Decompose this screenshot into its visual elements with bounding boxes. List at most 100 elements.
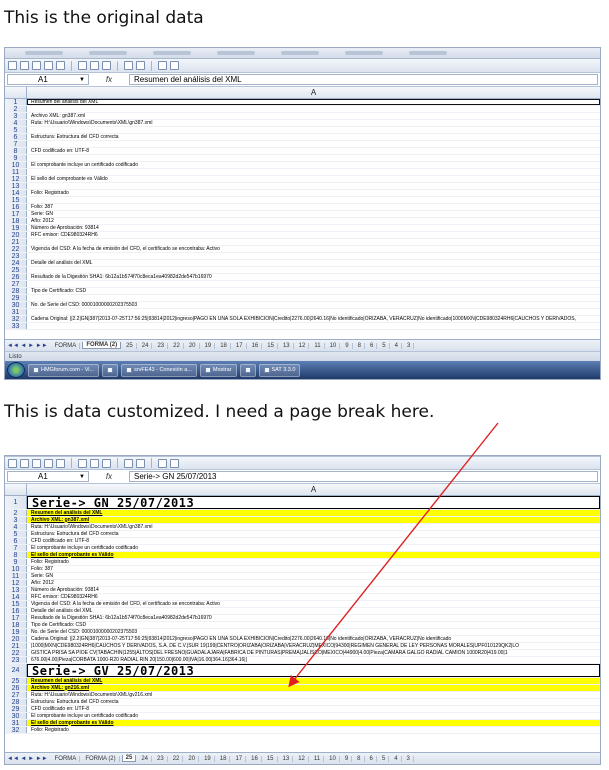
row-number[interactable]: 3 (5, 517, 27, 524)
cell[interactable]: El comprobante incluye un certificado co… (27, 713, 600, 719)
filter-icon[interactable] (170, 61, 179, 70)
cell[interactable]: Resumen del análisis del XML (27, 510, 600, 516)
tab-sheet[interactable]: 16 (249, 342, 263, 349)
tab-sheet[interactable]: 11 (311, 755, 325, 762)
row-number[interactable]: 12 (5, 580, 27, 587)
serie-header-cell[interactable]: Serie-> GN 25/07/2013 (27, 496, 600, 509)
row-number[interactable]: 20 (5, 636, 27, 643)
tab-sheet[interactable]: 22 (170, 342, 184, 349)
row-number[interactable]: 23 (5, 657, 27, 664)
cell[interactable]: Detalle del análisis del XML (27, 608, 600, 614)
row-number[interactable]: 27 (5, 692, 27, 699)
row-number[interactable]: 13 (5, 183, 27, 190)
cell[interactable]: Cadena Original: ||2.2|GN|387|2013-07-25… (27, 636, 600, 642)
tab-sheet[interactable]: 5 (379, 342, 390, 349)
row-number[interactable]: 16 (5, 204, 27, 211)
taskbar-button[interactable]: srvFE43 - Conexión a... (121, 363, 197, 377)
cell[interactable]: Estructura: Estructura del CFD correcta (27, 134, 600, 140)
row-number[interactable]: 14 (5, 190, 27, 197)
tab-sheet[interactable]: 25 (123, 342, 137, 349)
tab-sheet[interactable]: 8 (355, 342, 365, 349)
row-number[interactable]: 26 (5, 685, 27, 692)
cell[interactable]: Resumen del análisis del XML (27, 99, 600, 105)
taskbar-button[interactable]: SAT 3.3.0 (258, 363, 301, 377)
tab-sheet[interactable]: 12 (295, 755, 309, 762)
cell[interactable]: Serie: GN (27, 573, 600, 579)
cell[interactable] (27, 295, 600, 301)
cell[interactable]: CFD codificado en: UTF-8 (27, 538, 600, 544)
row-number[interactable]: 8 (5, 148, 27, 155)
row-number[interactable]: 15 (5, 601, 27, 608)
tab-sheet[interactable]: 12 (296, 342, 310, 349)
row-number[interactable]: 16 (5, 608, 27, 615)
cut-icon[interactable] (78, 458, 87, 468)
row-number[interactable]: 27 (5, 281, 27, 288)
cell[interactable] (27, 239, 600, 245)
tab-sheet[interactable]: 22 (170, 755, 184, 762)
row-number[interactable]: 9 (5, 559, 27, 566)
name-box[interactable]: A1 ▼ (7, 471, 89, 482)
chevron-down-icon[interactable]: ▼ (79, 75, 85, 85)
row-number[interactable]: 26 (5, 274, 27, 281)
tab-sheet[interactable]: 6 (367, 755, 377, 762)
tab-sheet[interactable]: 10 (326, 755, 340, 762)
name-box[interactable]: A1 ▼ (7, 74, 89, 85)
cell[interactable]: |1000|MXN|CDE980324RH6|CAUCHOS Y DERIVAD… (27, 643, 600, 649)
row-number[interactable]: 5 (5, 531, 27, 538)
cell[interactable]: GISTICA PRISA SA PIOE CV|TABACHIN|1255|A… (27, 650, 600, 656)
cell[interactable]: No. de Serie del CSD: 000010000002023755… (27, 629, 600, 635)
tab-sheet[interactable]: 13 (280, 755, 294, 762)
row-number[interactable]: 28 (5, 288, 27, 295)
row-number[interactable]: 31 (5, 309, 27, 316)
cell[interactable]: Ruta: H:\Usuario\Windows\Documents\XML\g… (27, 692, 600, 698)
tab-sheet[interactable]: 11 (311, 342, 325, 349)
row-number[interactable]: 15 (5, 197, 27, 204)
tab-sheet[interactable]: 9 (342, 755, 353, 762)
row-number[interactable]: 29 (5, 295, 27, 302)
cell[interactable] (27, 141, 600, 147)
row-number[interactable]: 10 (5, 566, 27, 573)
row-number[interactable]: 25 (5, 267, 27, 274)
sort-icon[interactable] (158, 458, 167, 468)
cell[interactable]: El comprobante incluye un certificado co… (27, 545, 600, 551)
tab-sheet[interactable]: 23 (154, 755, 168, 762)
open-icon[interactable] (20, 61, 29, 70)
cell[interactable]: Vigencia del CSD: A la fecha de emisión … (27, 601, 600, 607)
taskbar-button[interactable]: HMGforum.com - Vi... (28, 363, 100, 377)
row-number[interactable]: 31 (5, 720, 27, 727)
cell[interactable]: Detalle del análisis del XML (27, 260, 600, 266)
row-number[interactable]: 22 (5, 650, 27, 657)
new-icon[interactable] (8, 61, 17, 70)
cell[interactable]: Ruta: H:\Usuario\Windows\Documents\XML\g… (27, 524, 600, 530)
cell[interactable]: Resumen del análisis del XML (27, 678, 600, 684)
row-number[interactable]: 1 (5, 99, 27, 106)
copy-icon[interactable] (90, 61, 99, 70)
print-icon[interactable] (44, 61, 53, 70)
cell[interactable]: RFC emisor: CDE980324RH6 (27, 232, 600, 238)
row-number[interactable]: 14 (5, 594, 27, 601)
tab-sheet[interactable]: 24 (139, 342, 153, 349)
cell[interactable]: No. de Serie del CSD: 000010000002023755… (27, 302, 600, 308)
tab-sheet[interactable]: 19 (201, 755, 215, 762)
tab-sheet[interactable]: 4 (391, 755, 402, 762)
row-number[interactable]: 9 (5, 155, 27, 162)
row-number[interactable]: 6 (5, 134, 27, 141)
cell[interactable] (27, 183, 600, 189)
cell[interactable]: Folio: Registrado (27, 727, 600, 733)
tab-sheet[interactable]: 18 (217, 755, 231, 762)
row-number[interactable]: 2 (5, 510, 27, 517)
paste-icon[interactable] (102, 61, 111, 70)
cut-icon[interactable] (78, 61, 87, 70)
tab-sheet[interactable]: 5 (379, 755, 390, 762)
cell[interactable] (27, 106, 600, 112)
cell[interactable]: Resultado de la Digestión SHA1: 6b12a1b5… (27, 274, 600, 280)
cell[interactable] (27, 197, 600, 203)
toolbar[interactable] (5, 456, 600, 470)
tab-sheet[interactable]: 15 (264, 342, 278, 349)
tab-sheet[interactable]: 25 (121, 755, 137, 762)
cell[interactable]: Estructura: Estructura del CFD correcta (27, 531, 600, 537)
cell[interactable] (27, 127, 600, 133)
row-number[interactable]: 21 (5, 239, 27, 246)
paste-icon[interactable] (102, 458, 111, 468)
taskbar-button[interactable] (239, 363, 256, 377)
